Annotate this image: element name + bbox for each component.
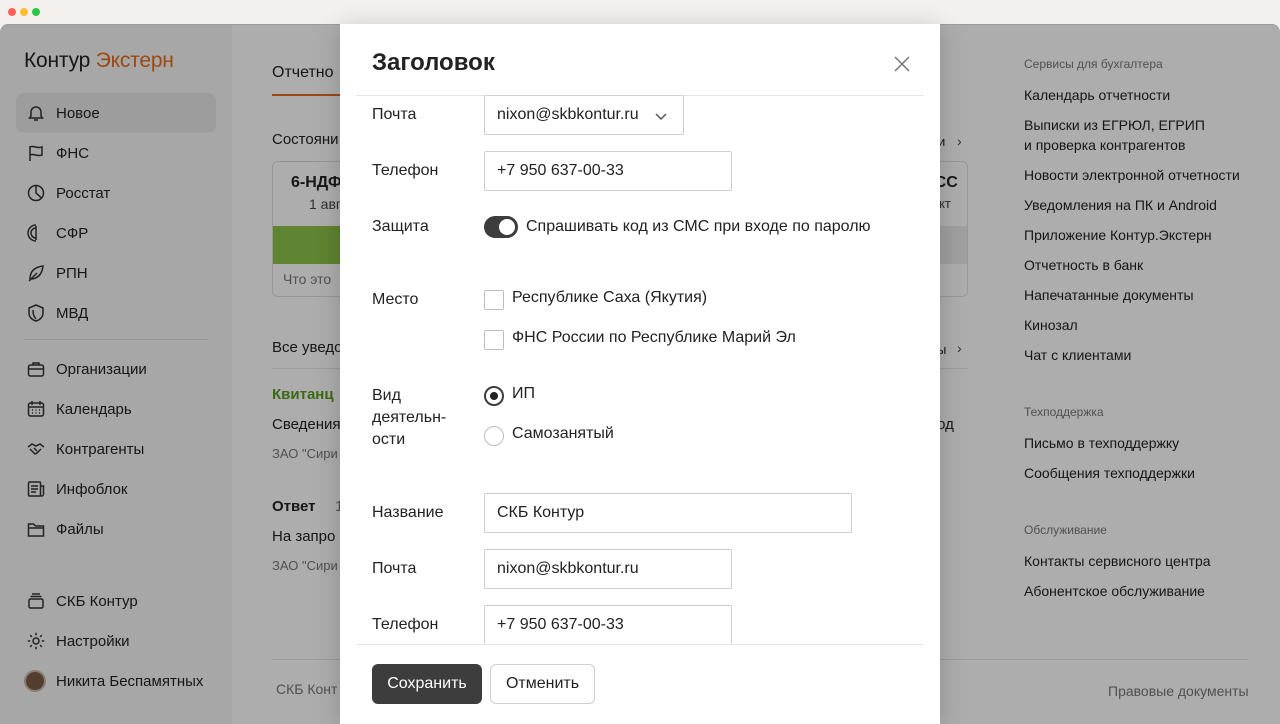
- edit-modal: Заголовок Почта nixon@skbkontur.ru Телеф…: [340, 24, 940, 724]
- place-option-label[interactable]: Республике Саха (Якутия): [512, 289, 707, 307]
- activity-radio-selfemployed[interactable]: [484, 426, 504, 446]
- place-checkbox-mari-el[interactable]: [484, 330, 504, 350]
- save-button[interactable]: Сохранить: [372, 664, 482, 704]
- activity-label: деятельн-: [372, 409, 447, 426]
- modal-footer-divider: [356, 644, 924, 645]
- toggle-knob: [499, 219, 515, 235]
- modal-title: Заголовок: [372, 49, 495, 76]
- mail-label: Почта: [372, 106, 417, 123]
- mail-select-value: nixon@skbkontur.ru: [497, 106, 639, 123]
- minimize-window-button[interactable]: [20, 8, 28, 16]
- chevron-down-icon: [653, 108, 669, 124]
- phone-input[interactable]: +7 950 637-00-33: [484, 151, 732, 191]
- name-label: Название: [372, 504, 444, 521]
- activity-option-label[interactable]: Самозанятый: [512, 425, 614, 443]
- mail-input[interactable]: nixon@skbkontur.ru: [484, 549, 732, 589]
- cancel-button[interactable]: Отменить: [490, 664, 595, 704]
- place-checkbox-yakutia[interactable]: [484, 290, 504, 310]
- mail-select[interactable]: nixon@skbkontur.ru: [484, 95, 684, 135]
- window-titlebar: [0, 0, 1280, 24]
- protection-label: Защита: [372, 218, 429, 235]
- place-option-label[interactable]: ФНС России по Республике Марий Эл: [512, 329, 796, 347]
- name-input[interactable]: СКБ Контур: [484, 493, 852, 533]
- mail-label: Почта: [372, 560, 417, 577]
- activity-radio-ip[interactable]: [484, 386, 504, 406]
- activity-label: ости: [372, 431, 406, 448]
- zoom-window-button[interactable]: [32, 8, 40, 16]
- activity-option-label[interactable]: ИП: [512, 385, 535, 403]
- place-label: Место: [372, 291, 419, 308]
- phone-input[interactable]: +7 950 637-00-33: [484, 605, 732, 644]
- phone-label: Телефон: [372, 162, 439, 179]
- activity-label: Вид: [372, 387, 401, 404]
- close-window-button[interactable]: [8, 8, 16, 16]
- sms-code-toggle-label[interactable]: Спрашивать код из СМС при входе по парол…: [526, 216, 871, 238]
- phone-label: Телефон: [372, 616, 439, 633]
- sms-code-toggle[interactable]: [484, 216, 518, 238]
- close-icon[interactable]: [892, 54, 912, 74]
